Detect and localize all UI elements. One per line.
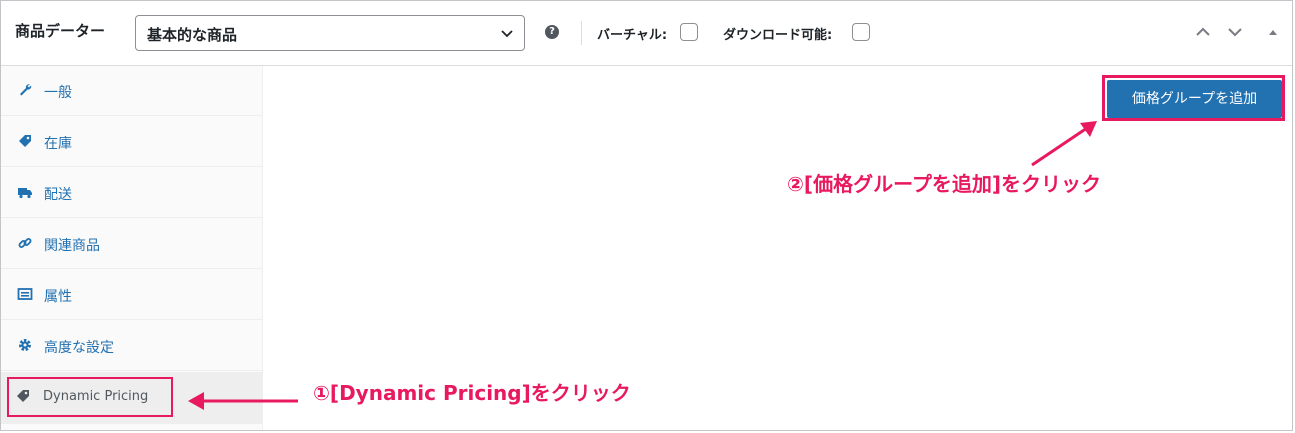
move-down-icon[interactable] <box>1226 25 1244 39</box>
tab-linked-products[interactable]: 関連商品 <box>1 219 262 269</box>
tab-shipping[interactable]: 配送 <box>1 168 262 218</box>
tab-inventory[interactable]: 在庫 <box>1 117 262 167</box>
virtual-label: バーチャル: <box>597 28 668 43</box>
collapse-toggle-icon[interactable] <box>1267 25 1279 39</box>
tab-attributes[interactable]: 属性 <box>1 270 262 320</box>
tab-label: 在庫 <box>44 136 72 152</box>
product-data-tabs: 一般 在庫 配送 関連商品 属性 高度な設定 Dynamic Pricing <box>1 66 263 430</box>
downloadable-label: ダウンロード可能: <box>723 28 833 43</box>
divider <box>581 21 582 45</box>
link-icon <box>18 238 32 248</box>
tab-advanced[interactable]: 高度な設定 <box>1 321 262 371</box>
tab-general[interactable]: 一般 <box>1 66 262 116</box>
truck-icon <box>18 188 32 199</box>
tab-label: 配送 <box>44 187 72 203</box>
downloadable-checkbox[interactable] <box>852 23 870 41</box>
step1-highlight-box <box>7 377 173 417</box>
move-up-icon[interactable] <box>1194 25 1212 39</box>
help-icon[interactable]: ? <box>545 25 559 39</box>
chevron-down-icon <box>501 30 513 38</box>
tab-label: 属性 <box>44 289 72 305</box>
step2-highlight-box <box>1102 75 1285 121</box>
virtual-checkbox[interactable] <box>680 23 698 41</box>
product-data-panel: 商品データー 基本的な商品 ? バーチャル: ダウンロード可能: 一般 在庫 配… <box>0 0 1293 431</box>
gear-icon <box>19 339 31 351</box>
product-type-value: 基本的な商品 <box>147 26 238 44</box>
tab-label: 一般 <box>44 85 72 101</box>
wrench-icon <box>20 84 32 96</box>
panel-title: 商品データー <box>15 22 106 40</box>
step2-annotation: ②[価格グループを追加]をクリック <box>787 172 1102 196</box>
tag-icon <box>19 135 31 147</box>
step1-annotation: ①[Dynamic Pricing]をクリック <box>313 381 631 405</box>
list-icon <box>17 288 33 300</box>
tab-label: 関連商品 <box>44 238 100 254</box>
panel-header: 商品データー 基本的な商品 ? バーチャル: ダウンロード可能: <box>1 1 1292 66</box>
product-type-select[interactable]: 基本的な商品 <box>135 15 525 51</box>
tab-label: 高度な設定 <box>44 340 114 356</box>
